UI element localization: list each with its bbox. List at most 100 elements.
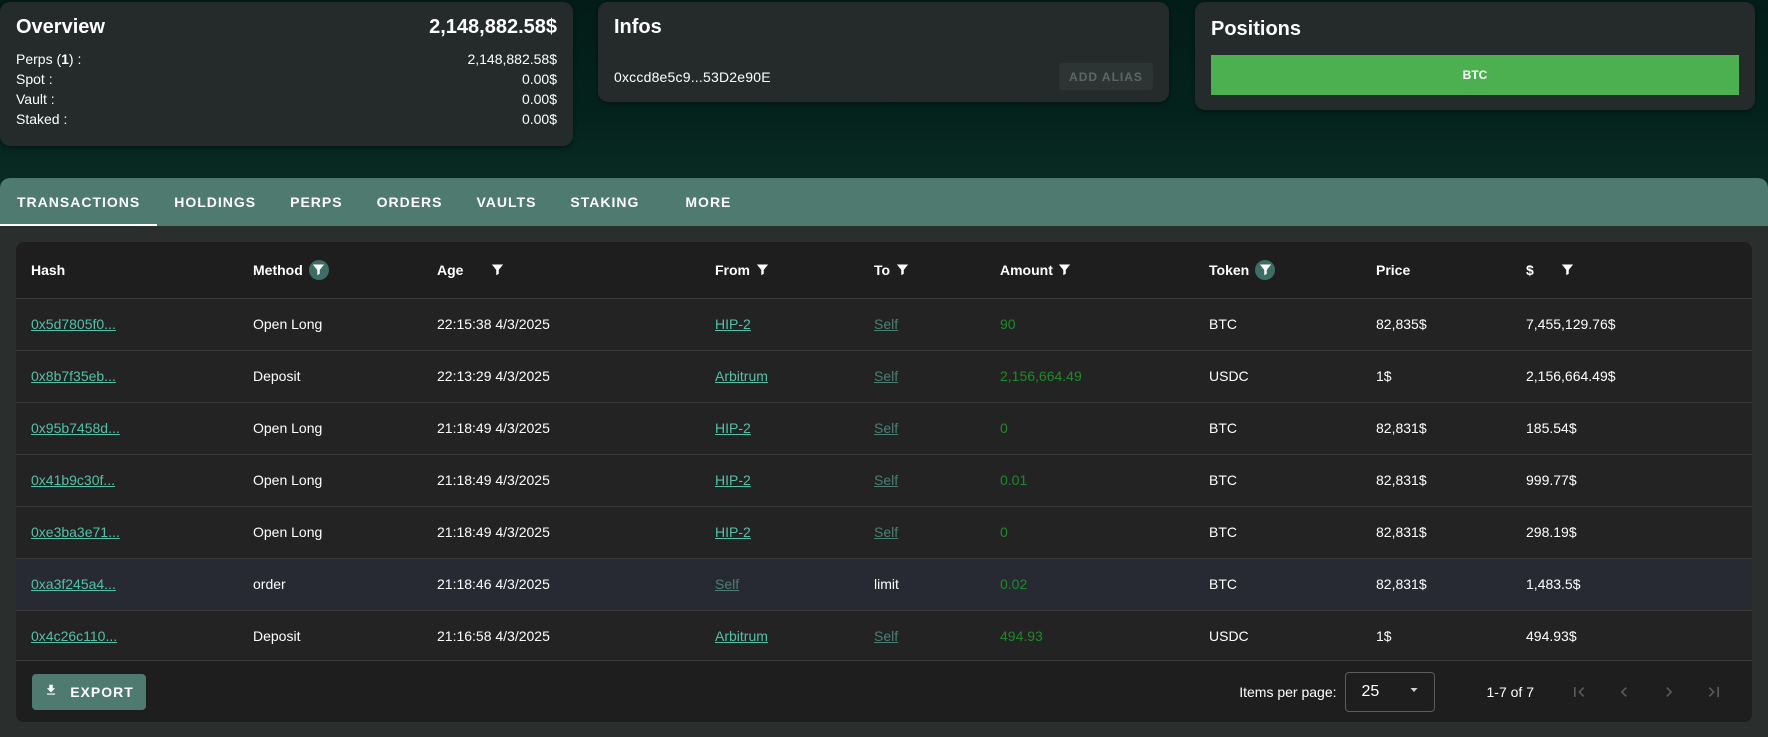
tx-from[interactable]: HIP-2 [715,420,751,436]
last-page-icon[interactable] [1691,672,1736,712]
table-cell: 0x95b7458d... [16,402,238,454]
tx-token: BTC [1209,524,1237,540]
column-header-from[interactable]: From [700,242,859,298]
tx-to[interactable]: Self [874,524,898,540]
column-header-label: Amount [1000,261,1053,278]
column-header-to[interactable]: To [859,242,985,298]
tx-price: 1$ [1376,628,1392,645]
tab-vaults[interactable]: VAULTS [460,178,554,226]
tab-orders[interactable]: ORDERS [360,178,460,226]
positions-card: Positions BTC [1195,2,1755,110]
table-cell: limit [859,558,985,610]
tx-hash-link[interactable]: 0xa3f245a4... [31,576,116,592]
tx-hash-link[interactable]: 0x5d7805f0... [31,316,116,332]
tx-hash-link[interactable]: 0x4c26c110... [31,628,117,644]
table-row[interactable]: 0x5d7805f0... Open Long 22:15:38 4/3/2025 H… [16,298,1752,350]
filter-icon[interactable] [1255,259,1276,280]
filter-icon[interactable] [308,259,329,280]
table-cell: BTC [1194,298,1361,350]
tx-from[interactable]: HIP-2 [715,524,751,540]
table-cell: Open Long [238,402,422,454]
table-cell: 21:18:49 4/3/2025 [422,506,700,558]
tx-hash-link[interactable]: 0xe3ba3e71... [31,524,120,540]
tx-from[interactable]: HIP-2 [715,472,751,488]
export-button[interactable]: EXPORT [32,673,146,710]
table-cell: 1$ [1361,610,1511,662]
table-row[interactable]: 0x4c26c110... Deposit 21:16:58 4/3/2025 Arb… [16,610,1752,662]
table-row[interactable]: 0x95b7458d... Open Long 21:18:49 4/3/2025 H… [16,402,1752,454]
column-header-usd[interactable]: $ [1511,242,1752,298]
tx-token: BTC [1209,576,1237,592]
tx-method: Deposit [253,628,301,645]
tx-from[interactable]: Arbitrum [715,628,768,644]
column-header-token[interactable]: Token [1194,242,1361,298]
tx-to[interactable]: Self [874,316,898,332]
table-row[interactable]: 0xe3ba3e71... Open Long 21:18:49 4/3/2025 H… [16,506,1752,558]
column-header-inner: Token [1209,259,1276,280]
tx-from[interactable]: Arbitrum [715,368,768,384]
table-cell: 999.77$ [1511,454,1752,506]
add-alias-button[interactable]: ADD ALIAS [1059,63,1153,90]
filter-icon[interactable] [892,260,912,280]
tx-amount: 494.93 [1000,628,1043,645]
column-header-label: Age [437,261,464,278]
tab-staking[interactable]: STAKING [553,178,656,226]
tx-hash-link[interactable]: 0x41b9c30f... [31,472,115,488]
previous-page-icon[interactable] [1601,672,1646,712]
table-cell: 0x5d7805f0... [16,298,238,350]
items-per-page-select[interactable]: 25 [1344,671,1435,712]
filter-icon[interactable] [487,260,507,280]
table-cell: Self [859,506,985,558]
items-per-page-value: 25 [1361,682,1380,700]
table-cell: 1$ [1361,350,1511,402]
tab-more[interactable]: MORE [668,178,748,226]
first-page-icon[interactable] [1556,672,1601,712]
table-cell: BTC [1194,402,1361,454]
tx-hash-link[interactable]: 0x8b7f35eb... [31,368,116,384]
tx-price: 82,831$ [1376,576,1427,592]
table-row[interactable]: 0x8b7f35eb... Deposit 22:13:29 4/3/2025 Arb… [16,350,1752,402]
filter-icon[interactable] [1055,260,1075,280]
tx-from[interactable]: Self [715,576,739,592]
positions-title: Positions [1211,18,1302,40]
tx-to[interactable]: Self [874,628,898,644]
tx-to[interactable]: Self [874,420,898,436]
table-cell: 0 [985,506,1194,558]
tx-to[interactable]: Self [874,368,898,384]
column-header-label: Token [1209,261,1250,278]
table-row[interactable]: 0x41b9c30f... Open Long 21:18:49 4/3/2025 H… [16,454,1752,506]
tab-holdings[interactable]: HOLDINGS [157,178,273,226]
column-header-age[interactable]: Age [422,242,700,298]
table-cell: 494.93$ [1511,610,1752,662]
table-cell: 82,835$ [1361,298,1511,350]
table-row[interactable]: 0xa3f245a4... order 21:18:46 4/3/2025 Self l… [16,558,1752,610]
tab-perps[interactable]: PERPS [273,178,359,226]
column-header-price[interactable]: Price [1361,242,1511,298]
tx-token: BTC [1209,472,1237,488]
tab-transactions[interactable]: TRANSACTIONS [0,178,158,226]
tx-price: 82,831$ [1376,420,1427,436]
next-page-icon[interactable] [1646,672,1691,712]
position-bar-btc[interactable]: BTC [1211,55,1739,95]
table-cell: Self [859,454,985,506]
wallet-address[interactable]: 0xccd8e5c9...53D2e90E [614,69,771,85]
table-cell: 21:18:49 4/3/2025 [422,454,700,506]
overview-row-value: 0.00$ [521,91,557,107]
tx-token: BTC [1209,420,1237,436]
filter-icon[interactable] [1558,260,1578,280]
filter-icon[interactable] [752,260,772,280]
overview-row: Perps (1) : 2,148,882.58$ [16,49,557,69]
tx-hash-link[interactable]: 0x95b7458d... [31,420,120,436]
column-header-hash[interactable]: Hash [16,242,238,298]
column-header-inner: Method [253,259,329,280]
column-header-amount[interactable]: Amount [985,242,1194,298]
table-cell: Arbitrum [700,610,859,662]
table-cell: 298.19$ [1511,506,1752,558]
tx-usd-value: 298.19$ [1526,524,1577,540]
column-header-method[interactable]: Method [238,242,422,298]
tx-method: Deposit [253,368,301,384]
tx-from[interactable]: HIP-2 [715,316,751,332]
table-cell: Self [859,402,985,454]
tx-age: 21:18:49 4/3/2025 [437,472,550,488]
tx-to[interactable]: Self [874,472,898,488]
